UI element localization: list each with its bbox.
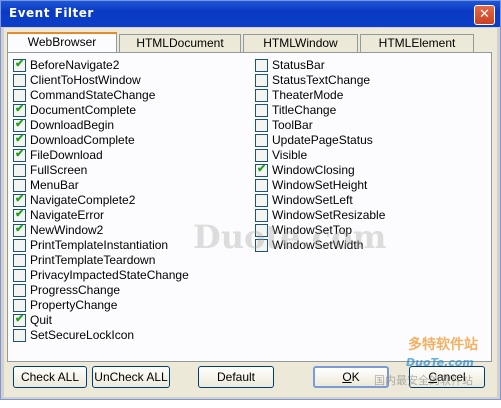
checkbox-box[interactable] <box>13 254 26 267</box>
tab-htmlwindow-events[interactable]: HTMLWindow Events <box>243 34 358 66</box>
checkbox-box[interactable] <box>13 299 26 312</box>
logo-line3: 国内最安全的软件站 <box>374 374 473 387</box>
checkbox-label: CommandStateChange <box>30 88 156 102</box>
default-button[interactable]: Default <box>198 366 274 388</box>
checkbox-box[interactable] <box>255 134 268 147</box>
checkbox-box[interactable]: ✔ <box>255 163 268 177</box>
checkbox-label: StatusTextChange <box>272 73 371 87</box>
checkbox-label: WindowSetHeight <box>272 178 368 192</box>
webbrowser-events-panel: ✔ BeforeNavigate2 ClientToHostWindow Comman… <box>7 52 492 362</box>
checkmark-icon: ✔ <box>15 118 25 130</box>
checkbox-label: BeforeNavigate2 <box>30 58 120 72</box>
checkbox-box[interactable] <box>13 269 26 282</box>
checkbox-box[interactable]: ✔ <box>13 313 26 327</box>
checkmark-icon: ✔ <box>15 148 25 160</box>
checkbox-label: Visible <box>272 148 308 162</box>
checkbox-box[interactable]: ✔ <box>13 148 26 162</box>
checkbox-label: PrintTemplateTeardown <box>30 253 156 267</box>
checkbox-label: DocumentComplete <box>30 103 137 117</box>
checkmark-icon: ✔ <box>15 103 25 115</box>
checkbox-label: WindowClosing <box>272 163 355 177</box>
checkbox-label: DownloadComplete <box>30 133 135 147</box>
checkbox-box[interactable] <box>255 59 268 72</box>
checkbox-label: Quit <box>30 313 53 327</box>
site-logo: 多特软件站 DuoTe.com 国内最安全的软件站 <box>366 328 501 408</box>
checkbox-label: ClientToHostWindow <box>30 73 141 87</box>
checkbox-box[interactable]: ✔ <box>13 193 26 207</box>
checkmark-icon: ✔ <box>15 133 25 145</box>
checkbox-box[interactable]: ✔ <box>13 208 26 222</box>
checkbox-label: WindowSetLeft <box>272 193 353 207</box>
dialog-client-area: WebBrowser Events HTMLDocument Events HT… <box>4 28 497 397</box>
checkbox-box[interactable] <box>13 74 26 87</box>
checkbox-label: StatusBar <box>272 58 325 72</box>
tab-webbrowser-events[interactable]: WebBrowser Events <box>7 32 117 65</box>
logo-line1: 多特软件站 <box>408 337 478 353</box>
checkbox-label: PrivacyImpactedStateChange <box>30 268 189 282</box>
checkbox-label: NavigateError <box>30 208 105 222</box>
checkbox-label: FullScreen <box>30 163 88 177</box>
checkmark-icon: ✔ <box>15 223 25 235</box>
checkbox-label: MenuBar <box>30 178 79 192</box>
watermark-text: Duote.com <box>193 218 387 256</box>
tab-htmldocument-events[interactable]: HTMLDocument Events <box>119 34 241 66</box>
checkbox-box[interactable] <box>255 104 268 117</box>
uncheck-all-button[interactable]: UnCheck ALL <box>92 366 170 388</box>
checkbox-label: PrintTemplateInstantiation <box>30 238 169 252</box>
checkmark-icon: ✔ <box>15 58 25 70</box>
checkbox-label: FileDownload <box>30 148 103 162</box>
tab-htmlelement-events[interactable]: HTMLElement Events <box>360 34 474 66</box>
ok-mnemonic: O <box>342 370 352 384</box>
dialog-title: Event Filter <box>9 6 94 20</box>
checkbox-label: SetSecureLockIcon <box>30 328 135 342</box>
checkbox-box[interactable] <box>13 164 26 177</box>
checkbox-label: ToolBar <box>272 118 313 132</box>
checkmark-icon: ✔ <box>15 313 25 325</box>
checkbox-box[interactable] <box>255 194 268 207</box>
checkbox-box[interactable]: ✔ <box>13 118 26 132</box>
checkbox-box[interactable] <box>255 89 268 102</box>
checkbox-box[interactable]: ✔ <box>13 103 26 117</box>
checkbox-label: TitleChange <box>272 103 337 117</box>
checkbox-box[interactable] <box>13 329 26 342</box>
checkbox-label: NavigateComplete2 <box>30 193 136 207</box>
checkbox-box[interactable] <box>255 74 268 87</box>
checkbox-label: TheaterMode <box>272 88 344 102</box>
checkmark-icon: ✔ <box>257 163 267 175</box>
checkmark-icon: ✔ <box>15 193 25 205</box>
checkbox-box[interactable] <box>255 119 268 132</box>
checkbox-label: NewWindow2 <box>30 223 104 237</box>
ok-label: K <box>351 370 360 384</box>
check-all-button[interactable]: Check ALL <box>13 366 87 388</box>
checkmark-icon: ✔ <box>15 208 25 220</box>
checkbox-box[interactable]: ✔ <box>13 133 26 147</box>
checkbox-label: DownloadBegin <box>30 118 115 132</box>
checkbox-box[interactable]: ✔ <box>13 58 26 72</box>
checkbox-label: ProgressChange <box>30 283 121 297</box>
checkbox-label: PropertyChange <box>30 298 118 312</box>
close-icon: ✕ <box>479 7 490 22</box>
checkbox-label: UpdatePageStatus <box>272 133 373 147</box>
checkbox-box[interactable] <box>13 179 26 192</box>
checkbox-box[interactable] <box>255 149 268 162</box>
checkbox-box[interactable]: ✔ <box>13 223 26 237</box>
checkbox-box[interactable] <box>255 179 268 192</box>
checkbox-box[interactable] <box>13 239 26 252</box>
checkbox-box[interactable] <box>13 284 26 297</box>
close-button[interactable]: ✕ <box>474 5 495 25</box>
title-bar[interactable]: Event Filter ✕ <box>1 1 500 27</box>
event-filter-dialog: Event Filter ✕ WebBrowser Events HTMLDoc… <box>0 0 501 400</box>
logo-line2: DuoTe.com <box>406 356 474 369</box>
checkbox-box[interactable] <box>13 89 26 102</box>
